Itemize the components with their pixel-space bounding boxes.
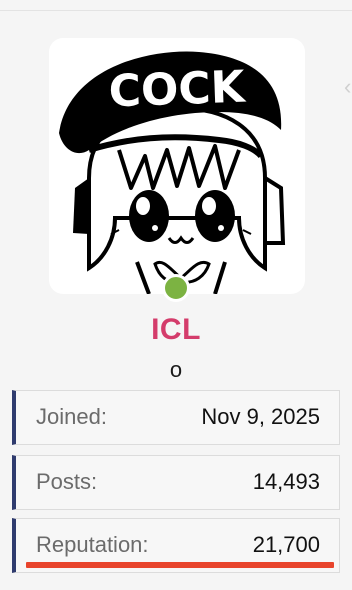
panel-top-divider	[0, 10, 352, 11]
stat-label: Posts:	[36, 469, 98, 494]
user-avatar[interactable]: COCK	[49, 38, 305, 294]
stat-value[interactable]: 21,700	[253, 532, 320, 558]
stat-row-posts[interactable]: Posts: 14,493	[12, 455, 340, 510]
stat-row-joined: Joined: Nov 9, 2025	[12, 390, 340, 445]
online-status-indicator	[162, 274, 190, 302]
chevron-left-icon[interactable]: ‹	[344, 76, 352, 98]
stat-value: Nov 9, 2025	[201, 404, 320, 429]
avatar-illustration: COCK	[59, 51, 286, 294]
username[interactable]: ICL	[0, 313, 352, 347]
user-title: o	[169, 357, 183, 382]
avatar-cap-text: COCK	[108, 62, 248, 118]
stat-label: Joined:	[36, 404, 107, 429]
stat-label: Reputation:	[36, 532, 149, 557]
stat-value[interactable]: 14,493	[253, 469, 320, 495]
highlight-underline	[26, 562, 334, 568]
user-profile-panel: ‹ COCK ICL o Joined: Nov 9, 2025 Posts: …	[0, 0, 352, 590]
